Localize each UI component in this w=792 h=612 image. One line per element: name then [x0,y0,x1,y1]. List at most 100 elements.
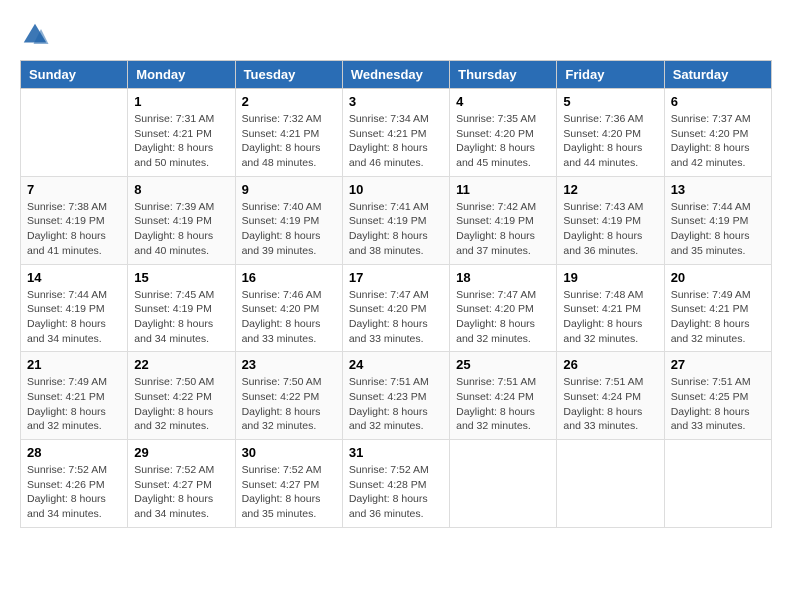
calendar-cell: 2 Sunrise: 7:32 AM Sunset: 4:21 PM Daylig… [235,89,342,177]
day-number: 18 [456,270,550,285]
day-info: Sunrise: 7:41 AM Sunset: 4:19 PM Dayligh… [349,200,443,259]
calendar-cell: 30 Sunrise: 7:52 AM Sunset: 4:27 PM Dayli… [235,440,342,528]
calendar-week-row: 28 Sunrise: 7:52 AM Sunset: 4:26 PM Dayli… [21,440,772,528]
day-info: Sunrise: 7:49 AM Sunset: 4:21 PM Dayligh… [671,288,765,347]
calendar-cell: 18 Sunrise: 7:47 AM Sunset: 4:20 PM Dayli… [450,264,557,352]
day-number: 2 [242,94,336,109]
day-info: Sunrise: 7:38 AM Sunset: 4:19 PM Dayligh… [27,200,121,259]
day-info: Sunrise: 7:31 AM Sunset: 4:21 PM Dayligh… [134,112,228,171]
day-info: Sunrise: 7:50 AM Sunset: 4:22 PM Dayligh… [242,375,336,434]
calendar-cell: 17 Sunrise: 7:47 AM Sunset: 4:20 PM Dayli… [342,264,449,352]
day-number: 14 [27,270,121,285]
day-info: Sunrise: 7:36 AM Sunset: 4:20 PM Dayligh… [563,112,657,171]
calendar-cell: 28 Sunrise: 7:52 AM Sunset: 4:26 PM Dayli… [21,440,128,528]
calendar-week-row: 1 Sunrise: 7:31 AM Sunset: 4:21 PM Daylig… [21,89,772,177]
day-number: 30 [242,445,336,460]
day-number: 25 [456,357,550,372]
logo-icon [20,20,50,50]
day-number: 15 [134,270,228,285]
calendar-cell: 7 Sunrise: 7:38 AM Sunset: 4:19 PM Daylig… [21,176,128,264]
calendar-cell: 1 Sunrise: 7:31 AM Sunset: 4:21 PM Daylig… [128,89,235,177]
day-info: Sunrise: 7:52 AM Sunset: 4:26 PM Dayligh… [27,463,121,522]
day-info: Sunrise: 7:32 AM Sunset: 4:21 PM Dayligh… [242,112,336,171]
weekday-header-monday: Monday [128,61,235,89]
day-info: Sunrise: 7:44 AM Sunset: 4:19 PM Dayligh… [671,200,765,259]
weekday-header-wednesday: Wednesday [342,61,449,89]
calendar-cell: 6 Sunrise: 7:37 AM Sunset: 4:20 PM Daylig… [664,89,771,177]
day-info: Sunrise: 7:51 AM Sunset: 4:23 PM Dayligh… [349,375,443,434]
weekday-header-tuesday: Tuesday [235,61,342,89]
day-info: Sunrise: 7:52 AM Sunset: 4:27 PM Dayligh… [134,463,228,522]
day-info: Sunrise: 7:50 AM Sunset: 4:22 PM Dayligh… [134,375,228,434]
day-number: 31 [349,445,443,460]
day-info: Sunrise: 7:42 AM Sunset: 4:19 PM Dayligh… [456,200,550,259]
day-info: Sunrise: 7:52 AM Sunset: 4:27 PM Dayligh… [242,463,336,522]
day-number: 24 [349,357,443,372]
day-number: 6 [671,94,765,109]
logo [20,20,54,50]
day-info: Sunrise: 7:46 AM Sunset: 4:20 PM Dayligh… [242,288,336,347]
day-info: Sunrise: 7:52 AM Sunset: 4:28 PM Dayligh… [349,463,443,522]
calendar-cell: 5 Sunrise: 7:36 AM Sunset: 4:20 PM Daylig… [557,89,664,177]
weekday-header-thursday: Thursday [450,61,557,89]
day-number: 22 [134,357,228,372]
day-info: Sunrise: 7:47 AM Sunset: 4:20 PM Dayligh… [349,288,443,347]
calendar-cell: 23Sunrise: 7:50 AM Sunset: 4:22 PM Dayli… [235,352,342,440]
day-info: Sunrise: 7:45 AM Sunset: 4:19 PM Dayligh… [134,288,228,347]
weekday-header-saturday: Saturday [664,61,771,89]
calendar-cell: 3 Sunrise: 7:34 AM Sunset: 4:21 PM Daylig… [342,89,449,177]
page-header [20,20,772,50]
calendar-table: SundayMondayTuesdayWednesdayThursdayFrid… [20,60,772,528]
day-number: 17 [349,270,443,285]
calendar-week-row: 7 Sunrise: 7:38 AM Sunset: 4:19 PM Daylig… [21,176,772,264]
calendar-cell: 26Sunrise: 7:51 AM Sunset: 4:24 PM Dayli… [557,352,664,440]
calendar-cell: 29Sunrise: 7:52 AM Sunset: 4:27 PM Dayli… [128,440,235,528]
day-info: Sunrise: 7:47 AM Sunset: 4:20 PM Dayligh… [456,288,550,347]
calendar-cell: 4 Sunrise: 7:35 AM Sunset: 4:20 PM Daylig… [450,89,557,177]
day-number: 28 [27,445,121,460]
calendar-cell: 14 Sunrise: 7:44 AM Sunset: 4:19 PM Dayli… [21,264,128,352]
calendar-week-row: 21Sunrise: 7:49 AM Sunset: 4:21 PM Dayli… [21,352,772,440]
day-number: 5 [563,94,657,109]
day-info: Sunrise: 7:49 AM Sunset: 4:21 PM Dayligh… [27,375,121,434]
calendar-cell: 24 Sunrise: 7:51 AM Sunset: 4:23 PM Dayli… [342,352,449,440]
day-number: 10 [349,182,443,197]
calendar-cell: 10 Sunrise: 7:41 AM Sunset: 4:19 PM Dayli… [342,176,449,264]
calendar-cell: 19Sunrise: 7:48 AM Sunset: 4:21 PM Dayli… [557,264,664,352]
day-number: 9 [242,182,336,197]
day-number: 3 [349,94,443,109]
day-number: 4 [456,94,550,109]
calendar-cell [21,89,128,177]
calendar-cell [557,440,664,528]
day-info: Sunrise: 7:43 AM Sunset: 4:19 PM Dayligh… [563,200,657,259]
day-info: Sunrise: 7:51 AM Sunset: 4:24 PM Dayligh… [456,375,550,434]
day-number: 27 [671,357,765,372]
calendar-cell: 25 Sunrise: 7:51 AM Sunset: 4:24 PM Dayli… [450,352,557,440]
day-info: Sunrise: 7:37 AM Sunset: 4:20 PM Dayligh… [671,112,765,171]
day-number: 13 [671,182,765,197]
calendar-cell: 13 Sunrise: 7:44 AM Sunset: 4:19 PM Dayli… [664,176,771,264]
day-number: 20 [671,270,765,285]
day-number: 7 [27,182,121,197]
calendar-cell: 27 Sunrise: 7:51 AM Sunset: 4:25 PM Dayli… [664,352,771,440]
weekday-header-row: SundayMondayTuesdayWednesdayThursdayFrid… [21,61,772,89]
day-number: 8 [134,182,228,197]
day-info: Sunrise: 7:48 AM Sunset: 4:21 PM Dayligh… [563,288,657,347]
calendar-cell [664,440,771,528]
day-info: Sunrise: 7:35 AM Sunset: 4:20 PM Dayligh… [456,112,550,171]
calendar-cell: 8 Sunrise: 7:39 AM Sunset: 4:19 PM Daylig… [128,176,235,264]
calendar-cell: 15 Sunrise: 7:45 AM Sunset: 4:19 PM Dayli… [128,264,235,352]
calendar-cell [450,440,557,528]
day-info: Sunrise: 7:51 AM Sunset: 4:25 PM Dayligh… [671,375,765,434]
day-info: Sunrise: 7:34 AM Sunset: 4:21 PM Dayligh… [349,112,443,171]
calendar-cell: 11Sunrise: 7:42 AM Sunset: 4:19 PM Dayli… [450,176,557,264]
calendar-cell: 16Sunrise: 7:46 AM Sunset: 4:20 PM Dayli… [235,264,342,352]
day-info: Sunrise: 7:39 AM Sunset: 4:19 PM Dayligh… [134,200,228,259]
day-number: 1 [134,94,228,109]
day-number: 26 [563,357,657,372]
weekday-header-friday: Friday [557,61,664,89]
calendar-cell: 20 Sunrise: 7:49 AM Sunset: 4:21 PM Dayli… [664,264,771,352]
day-info: Sunrise: 7:44 AM Sunset: 4:19 PM Dayligh… [27,288,121,347]
calendar-cell: 21Sunrise: 7:49 AM Sunset: 4:21 PM Dayli… [21,352,128,440]
calendar-cell: 12Sunrise: 7:43 AM Sunset: 4:19 PM Dayli… [557,176,664,264]
